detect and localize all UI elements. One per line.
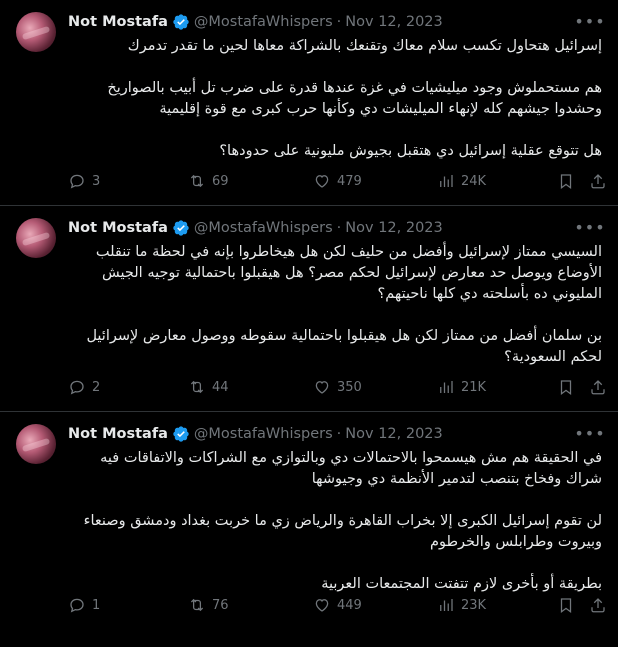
tweet-text: إسرائيل هتحاول تكسب سلام معاك وتقنعك بال… (68, 36, 602, 162)
separator: · (336, 220, 342, 236)
tweet-text: في الحقيقة هم مش هيسمحوا بالاحتمالات دي … (68, 448, 602, 595)
display-name[interactable]: Not Mostafa (68, 220, 168, 236)
heart-icon (315, 599, 329, 612)
tweet[interactable]: Not Mostafa @MostafaWhispers · Nov 12, 2… (0, 0, 618, 206)
more-options-icon[interactable]: ••• (574, 422, 604, 444)
retweet-button[interactable]: 44 (188, 378, 229, 396)
tweet-paragraph: السيسي ممتاز لإسرائيل وأفضل من حليف لكن … (95, 244, 602, 302)
bookmark-button[interactable] (557, 378, 575, 396)
heart-icon (315, 175, 329, 188)
reply-count: 1 (92, 597, 101, 613)
verified-badge-icon (173, 426, 189, 442)
tweet-paragraph: هل تتوقع عقلية إسرائيل دي هتقبل بجيوش مل… (219, 143, 602, 159)
avatar[interactable] (16, 12, 56, 52)
verified-badge-icon (173, 220, 189, 236)
timestamp[interactable]: Nov 12, 2023 (345, 14, 442, 30)
tweet-header: Not Mostafa @MostafaWhispers · Nov 12, 2… (68, 10, 605, 32)
share-icon (591, 174, 605, 189)
separator: · (336, 14, 342, 30)
reply-count: 2 (92, 379, 101, 395)
share-button[interactable] (589, 596, 607, 614)
bookmark-icon (560, 380, 572, 396)
display-name[interactable]: Not Mostafa (68, 426, 168, 442)
reply-button[interactable]: 3 (68, 172, 100, 190)
share-button[interactable] (589, 172, 607, 190)
tweet-header: Not Mostafa @MostafaWhispers · Nov 12, 2… (68, 216, 605, 238)
tweet-paragraph: بطريقة أو بأخرى لازم تتفتت المجتمعات الع… (321, 576, 602, 592)
reply-button[interactable]: 2 (68, 378, 100, 396)
more-options-icon[interactable]: ••• (574, 10, 604, 32)
handle[interactable]: @MostafaWhispers (194, 14, 333, 30)
tweet-paragraph: بن سلمان أفضل من ممتاز لكن هل هيقبلوا با… (86, 328, 602, 365)
share-button[interactable] (589, 378, 607, 396)
views-button[interactable]: 24K (437, 172, 486, 190)
separator: · (336, 426, 342, 442)
bookmark-button[interactable] (557, 172, 575, 190)
views-chart-icon (440, 599, 453, 611)
views-count: 24K (461, 173, 487, 189)
tweet[interactable]: Not Mostafa @MostafaWhispers · Nov 12, 2… (0, 412, 618, 647)
views-chart-icon (440, 175, 453, 187)
handle[interactable]: @MostafaWhispers (194, 426, 333, 442)
heart-icon (315, 381, 329, 394)
reply-button[interactable]: 1 (68, 596, 100, 614)
views-chart-icon (440, 381, 453, 393)
retweet-icon (190, 598, 204, 612)
more-options-icon[interactable]: ••• (574, 216, 604, 238)
views-button[interactable]: 21K (437, 378, 486, 396)
tweet-paragraph: لن تقوم إسرائيل الكبرى إلا بخراب القاهرة… (83, 513, 602, 550)
verified-badge-icon (173, 14, 189, 30)
retweet-icon (190, 380, 204, 394)
views-count: 23K (461, 597, 487, 613)
tweet-paragraph: إسرائيل هتحاول تكسب سلام معاك وتقنعك بال… (127, 38, 602, 54)
timestamp[interactable]: Nov 12, 2023 (345, 220, 442, 236)
tweet-actions: 3 69 479 24K (68, 170, 608, 192)
retweet-icon (190, 174, 204, 188)
display-name[interactable]: Not Mostafa (68, 14, 168, 30)
bookmark-icon (560, 598, 572, 614)
reply-icon (70, 598, 84, 613)
share-icon (591, 598, 605, 613)
like-count: 479 (337, 173, 362, 189)
bookmark-icon (560, 174, 572, 190)
handle[interactable]: @MostafaWhispers (194, 220, 333, 236)
like-count: 449 (337, 597, 362, 613)
views-count: 21K (461, 379, 487, 395)
like-button[interactable]: 449 (313, 596, 362, 614)
avatar[interactable] (16, 218, 56, 258)
retweet-count: 69 (212, 173, 229, 189)
reply-count: 3 (92, 173, 101, 189)
tweet-header: Not Mostafa @MostafaWhispers · Nov 12, 2… (68, 422, 605, 444)
avatar[interactable] (16, 424, 56, 464)
retweet-button[interactable]: 76 (188, 596, 229, 614)
tweet-paragraph: هم مستحملوش وجود ميليشيات في غزة عندها ق… (107, 80, 602, 117)
timestamp[interactable]: Nov 12, 2023 (345, 426, 442, 442)
like-button[interactable]: 350 (313, 378, 362, 396)
retweet-count: 76 (212, 597, 229, 613)
bookmark-button[interactable] (557, 596, 575, 614)
like-button[interactable]: 479 (313, 172, 362, 190)
reply-icon (70, 174, 84, 189)
like-count: 350 (337, 379, 362, 395)
views-button[interactable]: 23K (437, 596, 486, 614)
tweet[interactable]: Not Mostafa @MostafaWhispers · Nov 12, 2… (0, 206, 618, 412)
retweet-count: 44 (212, 379, 229, 395)
share-icon (591, 380, 605, 395)
retweet-button[interactable]: 69 (188, 172, 229, 190)
tweet-actions: 2 44 350 21K (68, 376, 608, 398)
tweet-actions: 1 76 449 23K (68, 594, 608, 616)
tweet-text: السيسي ممتاز لإسرائيل وأفضل من حليف لكن … (68, 242, 602, 368)
tweet-paragraph: في الحقيقة هم مش هيسمحوا بالاحتمالات دي … (100, 450, 602, 487)
reply-icon (70, 380, 84, 395)
